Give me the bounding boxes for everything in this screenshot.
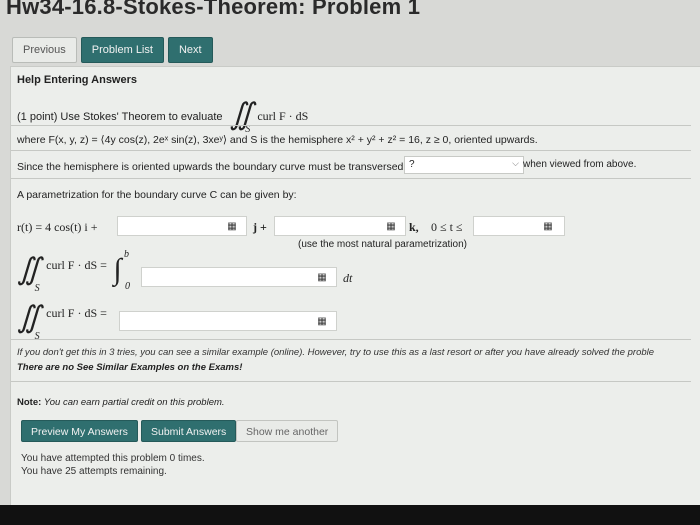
tries-note: If you don't get this in 3 tries, you ca… bbox=[17, 347, 655, 358]
problem-statement: where F(x, y, z) = ⟨4y cos(z), 2eˣ sin(z… bbox=[17, 134, 538, 146]
surface-subscript: S bbox=[34, 283, 40, 294]
grid-icon[interactable]: ▦ bbox=[384, 220, 398, 232]
surface-subscript: S bbox=[34, 331, 40, 342]
orientation-select-value: ? bbox=[409, 159, 415, 170]
grid-icon[interactable]: ▦ bbox=[315, 315, 329, 327]
intro-text: (1 point) Use Stokes' Theorem to evaluat… bbox=[17, 111, 223, 123]
divider bbox=[11, 381, 691, 382]
problem-panel: Help Entering Answers (1 point) Use Stok… bbox=[10, 66, 700, 507]
divider bbox=[11, 150, 691, 151]
upper-limit: b bbox=[124, 249, 130, 260]
orientation-select[interactable]: ? ⌵ bbox=[404, 156, 524, 174]
integrand: curl F · dS bbox=[257, 109, 309, 123]
attempted-text: You have attempted this problem 0 times. bbox=[21, 453, 205, 464]
orientation-text: Since the hemisphere is oriented upwards… bbox=[17, 161, 404, 173]
problem-nav: Previous Problem List Next bbox=[12, 37, 213, 63]
natural-parametrization-note: (use the most natural parametrization) bbox=[298, 239, 467, 250]
grid-icon[interactable]: ▦ bbox=[315, 271, 329, 283]
chevron-down-icon: ⌵ bbox=[512, 158, 519, 168]
note-text: You can earn partial credit on this prob… bbox=[43, 397, 225, 408]
parametrization-intro: A parametrization for the boundary curve… bbox=[17, 189, 297, 201]
j-label: j + bbox=[253, 220, 267, 234]
preview-answers-button[interactable]: Preview My Answers bbox=[21, 420, 138, 442]
double-integral-symbol: ∬ bbox=[17, 301, 41, 334]
t-range-label: 0 ≤ t ≤ bbox=[431, 220, 463, 234]
integral-symbol: ∫ bbox=[113, 253, 122, 286]
show-another-button[interactable]: Show me another bbox=[236, 420, 339, 442]
k-label: k, bbox=[409, 220, 419, 234]
divider bbox=[11, 339, 691, 340]
dt-label: dt bbox=[343, 271, 353, 285]
double-integral-symbol: ∬ bbox=[17, 253, 41, 286]
attempts-info: You have attempted this problem 0 times.… bbox=[21, 452, 205, 478]
grid-icon[interactable]: ▦ bbox=[225, 220, 239, 232]
final-integral-row: ∬S curl F · dS = bbox=[17, 301, 107, 343]
previous-button[interactable]: Previous bbox=[12, 37, 77, 63]
submit-answers-button[interactable]: Submit Answers bbox=[141, 420, 237, 442]
help-entering-answers-link[interactable]: Help Entering Answers bbox=[17, 74, 137, 86]
divider bbox=[11, 178, 691, 179]
integrand-input[interactable] bbox=[141, 267, 337, 287]
r-of-t-label: r(t) = 4 cos(t) i + bbox=[17, 220, 98, 234]
note-label: Note: bbox=[17, 397, 42, 408]
curl-integrand: curl F · dS = bbox=[46, 258, 107, 272]
partial-credit-note: Note: You can earn partial credit on thi… bbox=[17, 397, 225, 408]
taskbar bbox=[0, 505, 700, 525]
page-title: Hw34-16.8-Stokes-Theorem: Problem 1 bbox=[6, 0, 421, 19]
remaining-text: You have 25 attempts remaining. bbox=[21, 466, 167, 477]
lower-limit: 0 bbox=[125, 281, 131, 292]
grid-icon[interactable]: ▦ bbox=[541, 220, 555, 232]
final-integrand: curl F · dS = bbox=[46, 306, 107, 320]
problem-list-button[interactable]: Problem List bbox=[80, 37, 164, 63]
problem-intro: (1 point) Use Stokes' Theorem to evaluat… bbox=[17, 96, 309, 136]
next-button[interactable]: Next bbox=[167, 37, 213, 63]
when-viewed-text: when viewed from above. bbox=[523, 159, 637, 170]
divider bbox=[11, 125, 691, 126]
final-answer-input[interactable] bbox=[119, 311, 337, 331]
no-similar-note: There are no See Similar Examples on the… bbox=[17, 362, 243, 373]
line-integral-row: ∬S curl F · dS = ∫ b 0 bbox=[17, 249, 130, 294]
